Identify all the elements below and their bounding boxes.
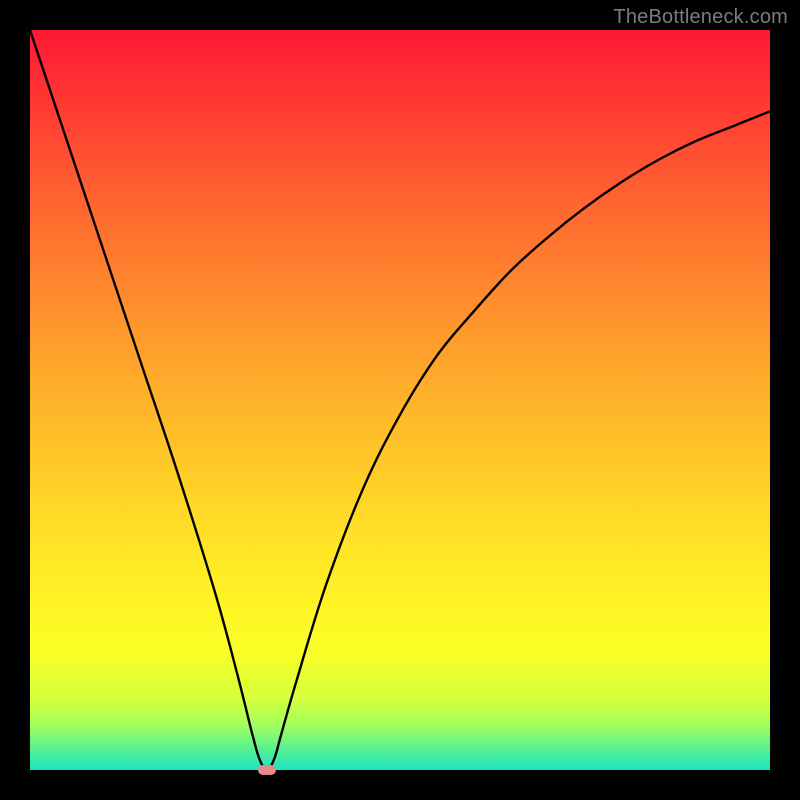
chart-frame: TheBottleneck.com xyxy=(0,0,800,800)
watermark-text: TheBottleneck.com xyxy=(613,6,788,29)
curve-path xyxy=(30,30,770,770)
bottleneck-curve xyxy=(30,30,770,770)
plot-area xyxy=(30,30,770,770)
minimum-marker xyxy=(258,765,276,775)
